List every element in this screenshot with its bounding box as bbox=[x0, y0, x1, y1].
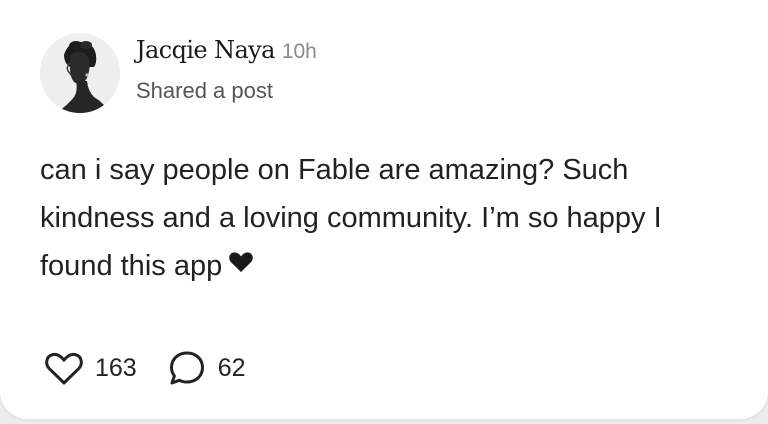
like-count: 163 bbox=[95, 353, 137, 382]
post-header: Jacqie Naya 10h Shared a post bbox=[136, 36, 317, 104]
author-name[interactable]: Jacqie Naya bbox=[136, 36, 275, 64]
speech-bubble-icon bbox=[167, 348, 207, 388]
post-text: can i say people on Fable are amazing? S… bbox=[40, 154, 662, 282]
author-row: Jacqie Naya 10h bbox=[136, 36, 317, 74]
black-heart-icon bbox=[228, 241, 254, 289]
comment-count: 62 bbox=[217, 353, 246, 382]
post-activity-label: Shared a post bbox=[136, 78, 273, 103]
post-timestamp: 10h bbox=[281, 40, 317, 63]
comment-button[interactable]: 62 bbox=[167, 348, 246, 388]
avatar[interactable] bbox=[40, 33, 120, 113]
heart-outline-icon bbox=[44, 349, 84, 387]
avatar-portrait-icon bbox=[40, 33, 120, 113]
like-button[interactable]: 163 bbox=[44, 349, 137, 387]
post-card: Jacqie Naya 10h Shared a post can i say … bbox=[0, 0, 768, 419]
post-actions: 163 62 bbox=[44, 348, 246, 388]
post-body: can i say people on Fable are amazing? S… bbox=[40, 146, 740, 290]
